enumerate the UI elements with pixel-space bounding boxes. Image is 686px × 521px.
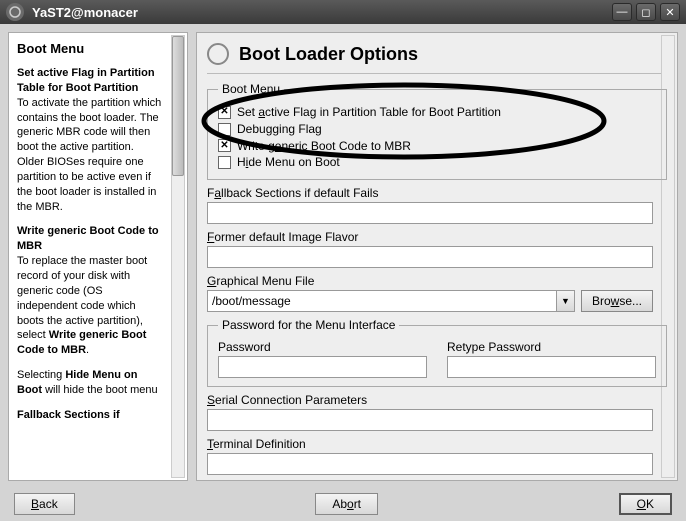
help-p1-heading: Set active Flag in Partition Table for B… (17, 67, 155, 94)
bootmenu-fieldset: Boot Menu Set active Flag in Partition T… (207, 82, 667, 180)
check-debugging-flag-label: Debugging Flag (237, 121, 322, 138)
former-input[interactable] (207, 246, 653, 268)
content-panel: Boot Loader Options Boot Menu Set active… (196, 32, 678, 481)
minimize-button[interactable]: — (612, 3, 632, 21)
browse-button[interactable]: Browse... (581, 290, 653, 312)
help-scroll-thumb[interactable] (172, 36, 184, 176)
fallback-label: Fallback Sections if default Fails (207, 186, 653, 200)
password-fieldset: Password for the Menu Interface Password… (207, 318, 667, 387)
help-p1-body: To activate the partition which contains… (17, 97, 161, 213)
help-p4: Fallback Sections if (17, 409, 120, 421)
chevron-down-icon[interactable]: ▼ (556, 291, 574, 311)
check-debugging-flag[interactable] (218, 123, 231, 136)
help-panel: Boot Menu Set active Flag in Partition T… (8, 32, 188, 481)
check-hide-menu-label: Hide Menu on Boot (237, 154, 340, 171)
retype-password-label: Retype Password (447, 340, 656, 354)
bootmenu-legend: Boot Menu (218, 82, 284, 96)
gmenu-label: Graphical Menu File (207, 274, 653, 288)
password-input[interactable] (218, 356, 427, 378)
title-bar: YaST2@monacer — ◻ ✕ (0, 0, 686, 24)
app-logo-icon (6, 3, 24, 21)
fallback-input[interactable] (207, 202, 653, 224)
serial-label: Serial Connection Parameters (207, 393, 653, 407)
help-p2c: . (86, 344, 89, 356)
divider (207, 73, 667, 74)
help-title: Boot Menu (17, 41, 179, 56)
former-label: Former default Image Flavor (207, 230, 653, 244)
terminal-label: Terminal Definition (207, 437, 653, 451)
help-p2-heading: Write generic Boot Code to MBR (17, 225, 159, 252)
terminal-input[interactable] (207, 453, 653, 475)
serial-input[interactable] (207, 409, 653, 431)
abort-button[interactable]: Abort (315, 493, 378, 515)
help-p3a: Selecting (17, 369, 65, 381)
help-p3c: will hide the boot menu (42, 384, 158, 396)
check-active-flag[interactable] (218, 106, 231, 119)
maximize-button[interactable]: ◻ (636, 3, 656, 21)
ok-button[interactable]: OK (619, 493, 672, 515)
page-title: Boot Loader Options (239, 44, 418, 65)
close-button[interactable]: ✕ (660, 3, 680, 21)
window-title: YaST2@monacer (32, 5, 612, 20)
back-button[interactable]: Back (14, 493, 75, 515)
check-hide-menu[interactable] (218, 156, 231, 169)
bootloader-icon (207, 43, 229, 65)
check-write-mbr-label: Write generic Boot Code to MBR (237, 138, 411, 155)
retype-password-input[interactable] (447, 356, 656, 378)
button-bar: Back Abort OK (0, 489, 686, 519)
check-write-mbr[interactable] (218, 139, 231, 152)
password-legend: Password for the Menu Interface (218, 318, 399, 332)
password-label: Password (218, 340, 427, 354)
check-active-flag-label: Set active Flag in Partition Table for B… (237, 104, 501, 121)
gmenu-select[interactable] (207, 290, 575, 312)
